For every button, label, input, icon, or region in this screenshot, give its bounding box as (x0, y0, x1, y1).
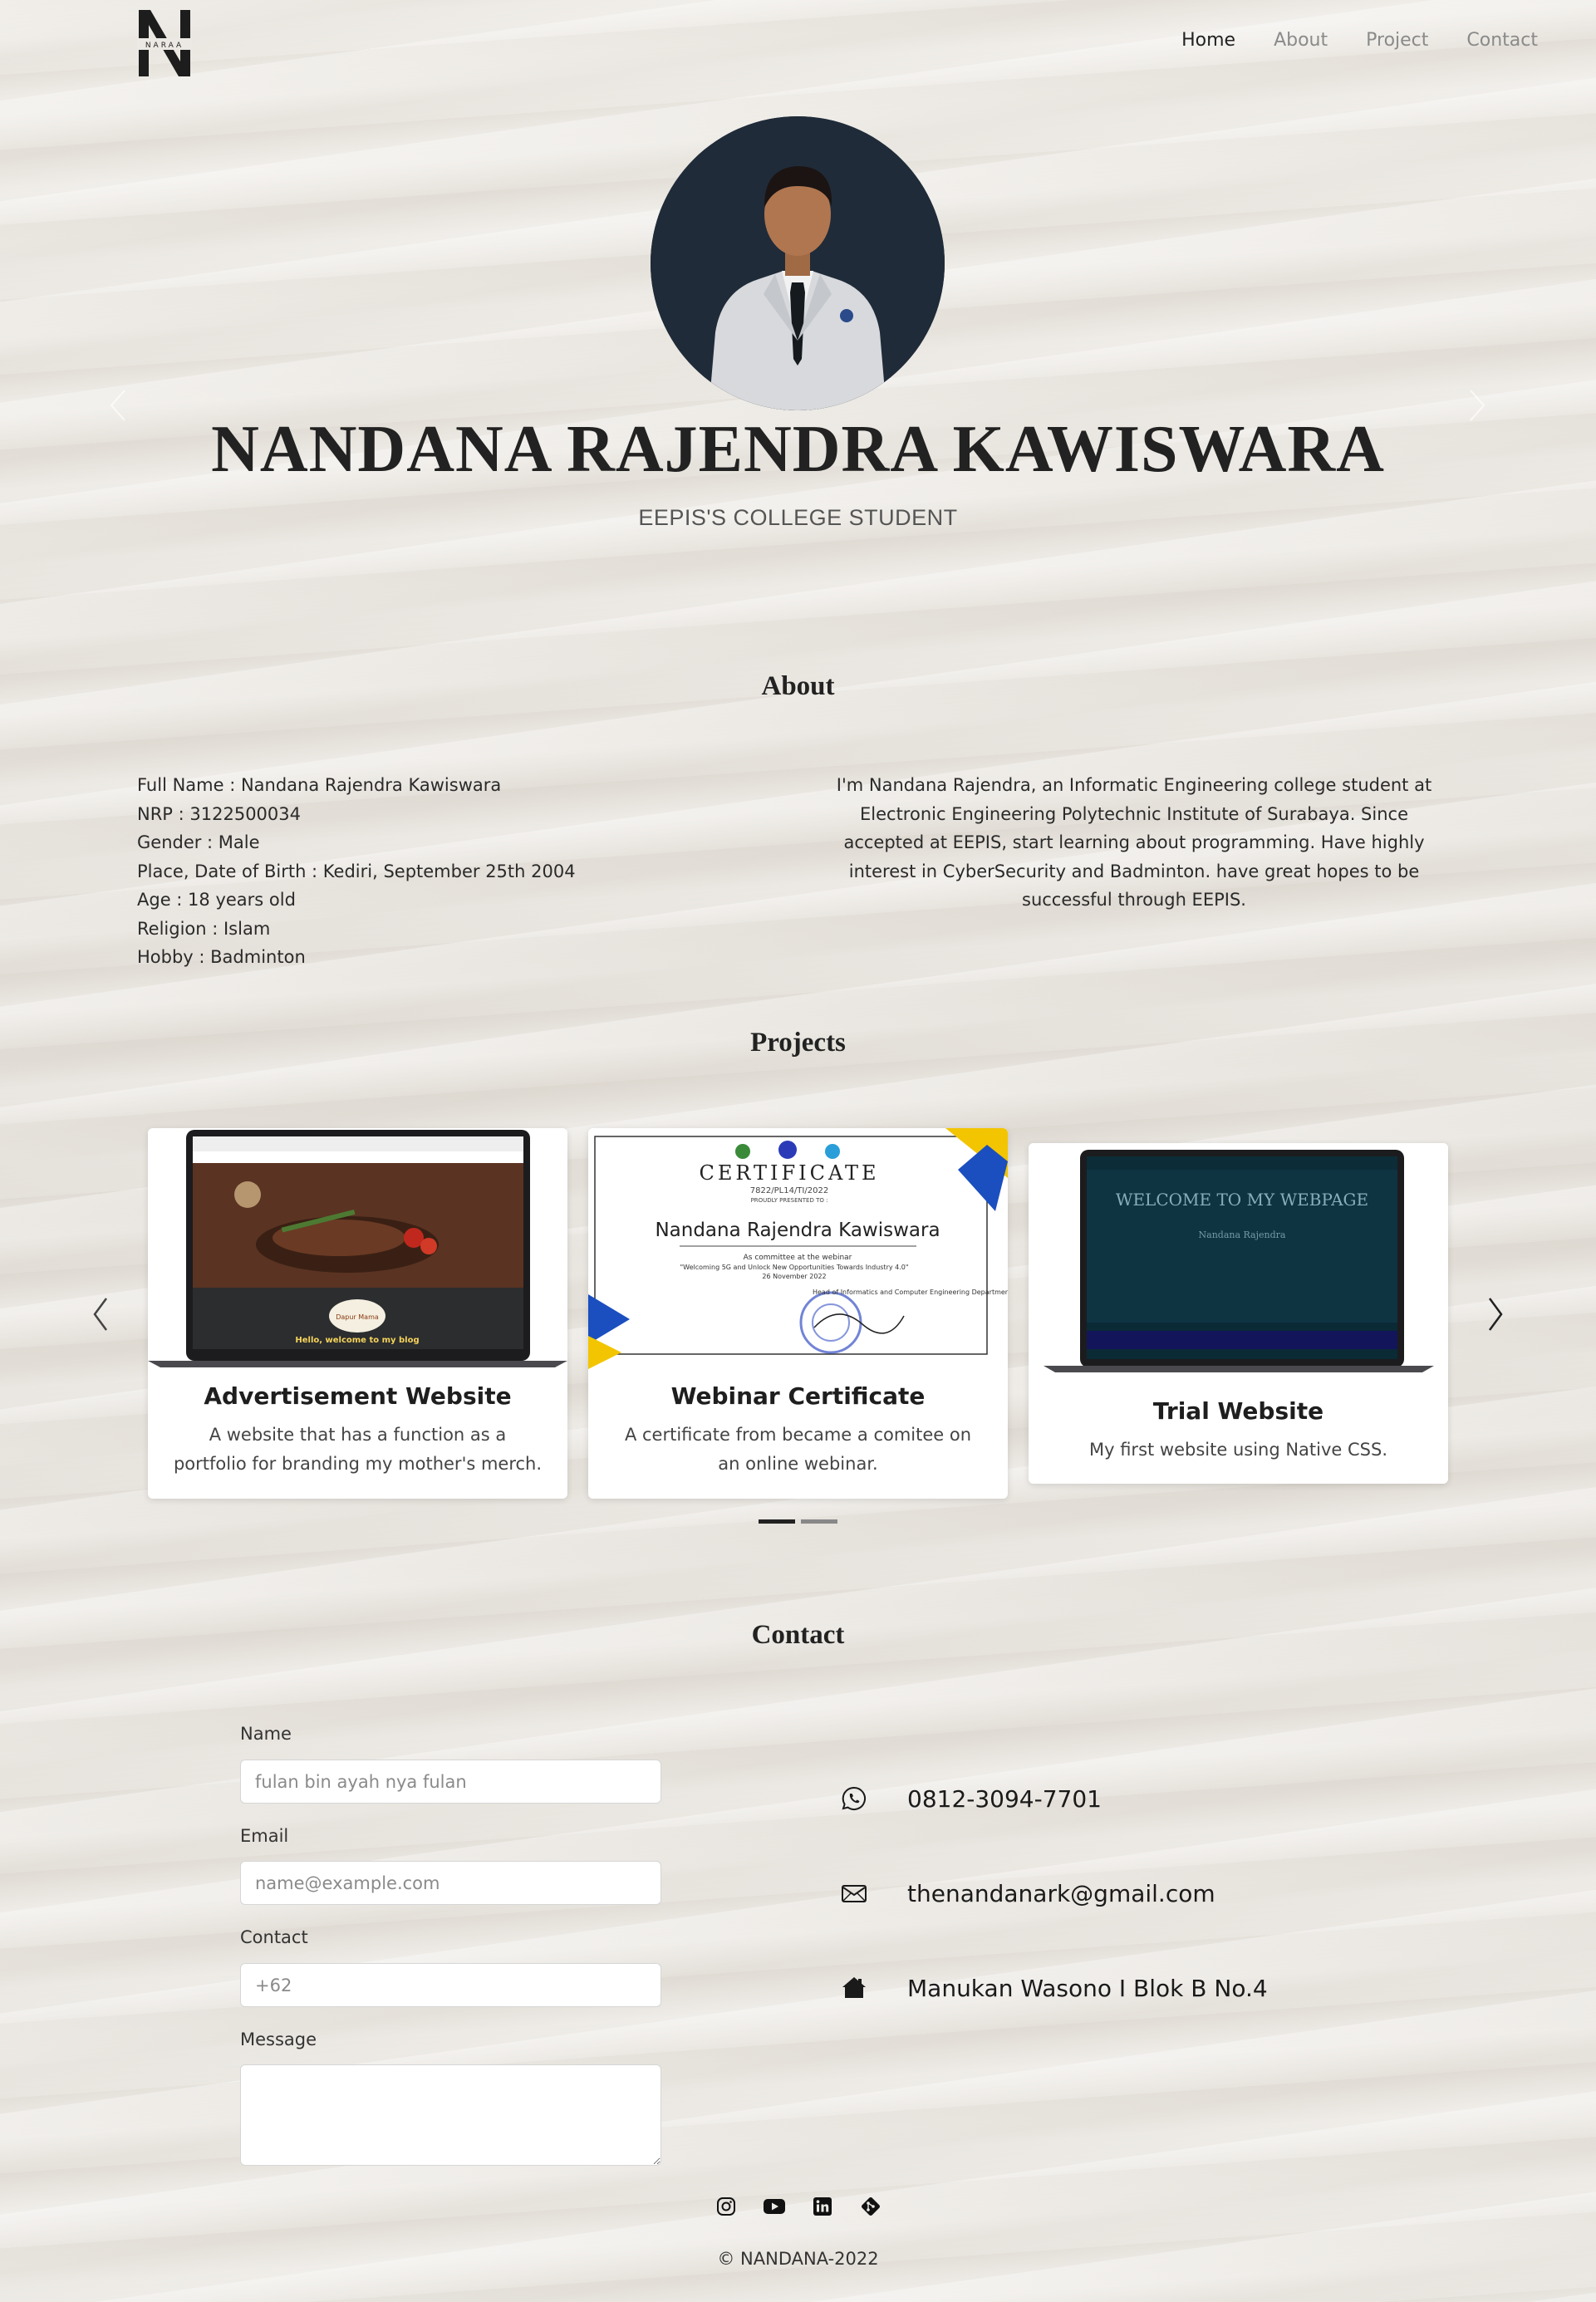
social-links (0, 2196, 1596, 2217)
email-label: Email (240, 1826, 289, 1846)
email-text: thenandanark@gmail.com (907, 1879, 1215, 1907)
project-title: Advertisement Website (204, 1382, 512, 1410)
fact-gender: Gender : Male (137, 832, 260, 852)
hero-subtitle: EEPIS'S COLLEGE STUDENT (638, 505, 958, 530)
advertisement-screen-headline: Hello, welcome to my blog (295, 1336, 419, 1345)
envelope-icon (839, 1878, 869, 1908)
project-card-trial-website[interactable]: WELCOME TO MY WEBPAGE Nandana Rajendra T… (1029, 1143, 1448, 1484)
youtube-icon[interactable] (763, 2196, 785, 2217)
name-input[interactable] (240, 1760, 661, 1804)
contact-address[interactable]: Manukan Wasono I Blok B No.4 (839, 1973, 1268, 2003)
instagram-icon[interactable] (715, 2196, 737, 2217)
advertisement-screenshot: Dapur Mama Hello, welcome to my blog (148, 1128, 567, 1369)
project-desc: A website that has a function as a portf… (173, 1425, 543, 1474)
house-icon (839, 1973, 869, 2003)
nav-about[interactable]: About (1274, 30, 1328, 51)
profile-photo (651, 116, 945, 410)
address-text: Manukan Wasono I Blok B No.4 (907, 1974, 1268, 2002)
message-label: Message (240, 2030, 317, 2049)
fact-birth: Place, Date of Birth : Kediri, September… (137, 861, 576, 881)
projects-title: Projects (750, 1028, 846, 1058)
certificate-line-2: "Welcoming 5G and Unlock New Opportuniti… (680, 1264, 908, 1271)
project-card-certificate[interactable]: CERTIFICATE 7822/PL14/TI/2022 PROUDLY PR… (588, 1128, 1008, 1499)
contact-phone[interactable]: 0812-3094-7701 (839, 1784, 1102, 1814)
certificate-presented: PROUDLY PRESENTED TO : (751, 1197, 828, 1204)
about-facts: Full Name : Nandana Rajendra Kawiswara N… (137, 771, 576, 972)
nav-home[interactable]: Home (1181, 30, 1235, 51)
main-nav: Home About Project Contact (1181, 30, 1538, 51)
fact-hobby: Hobby : Badminton (137, 947, 306, 967)
certificate-heading: CERTIFICATE (699, 1161, 879, 1185)
trial-screen-headline: WELCOME TO MY WEBPAGE (1116, 1190, 1368, 1210)
contact-email[interactable]: thenandanark@gmail.com (839, 1878, 1215, 1908)
whatsapp-icon (839, 1784, 869, 1814)
fact-full-name: Full Name : Nandana Rajendra Kawiswara (137, 775, 502, 795)
project-desc: A certificate from became a comitee on a… (624, 1425, 972, 1474)
projects-next-arrow[interactable] (1483, 1296, 1508, 1333)
nav-project[interactable]: Project (1366, 30, 1428, 51)
certificate-image: CERTIFICATE 7822/PL14/TI/2022 PROUDLY PR… (588, 1128, 1008, 1369)
certificate-line-4: Head of Informatics and Computer Enginee… (813, 1288, 1008, 1296)
email-input[interactable] (240, 1861, 661, 1905)
phone-text: 0812-3094-7701 (907, 1784, 1102, 1813)
message-textarea[interactable] (240, 2064, 661, 2166)
project-desc: My first website using Native CSS. (1088, 1440, 1388, 1460)
certificate-name: Nandana Rajendra Kawiswara (655, 1220, 940, 1241)
copyright: © NANDANA-2022 (717, 2249, 879, 2269)
hero-name: NANDANA RAJENDRA KAWISWARA (211, 413, 1385, 486)
project-card-advertisement[interactable]: Dapur Mama Hello, welcome to my blog Adv… (148, 1128, 567, 1499)
contact-input[interactable] (240, 1963, 661, 2007)
project-title: Webinar Certificate (670, 1382, 926, 1410)
name-label: Name (240, 1724, 292, 1744)
linkedin-icon[interactable] (812, 2196, 833, 2217)
contact-title: Contact (751, 1620, 845, 1650)
nav-contact[interactable]: Contact (1466, 30, 1538, 51)
contact-label: Contact (240, 1927, 308, 1947)
logo-text: NARAA (145, 42, 184, 50)
trial-website-screenshot: WELCOME TO MY WEBPAGE Nandana Rajendra (1029, 1143, 1448, 1384)
carousel-indicator-1[interactable] (759, 1519, 795, 1524)
certificate-line-3: 26 November 2022 (762, 1273, 826, 1280)
git-icon[interactable] (860, 2196, 881, 2217)
certificate-line-1: As committee at the webinar (744, 1254, 852, 1262)
fact-age: Age : 18 years old (137, 890, 296, 910)
about-title: About (761, 671, 835, 701)
svg-text:Dapur Mama: Dapur Mama (336, 1313, 379, 1321)
projects-prev-arrow[interactable] (88, 1296, 113, 1333)
about-description: I'm Nandana Rajendra, an Informatic Engi… (836, 775, 1432, 910)
site-logo[interactable]: NARAA (137, 10, 192, 76)
fact-nrp: NRP : 3122500034 (137, 803, 301, 824)
project-title: Trial Website (1152, 1397, 1324, 1425)
certificate-number: 7822/PL14/TI/2022 (750, 1186, 828, 1195)
fact-religion: Religion : Islam (137, 918, 271, 939)
carousel-indicator-2[interactable] (801, 1519, 837, 1524)
trial-screen-subtitle: Nandana Rajendra (1199, 1230, 1286, 1240)
